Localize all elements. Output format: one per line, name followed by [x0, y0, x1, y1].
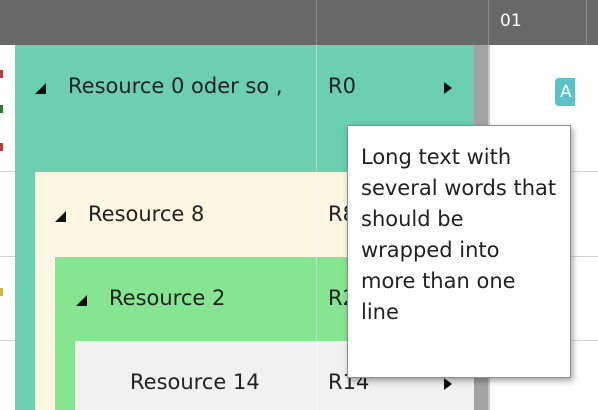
edge-marker [0, 105, 3, 113]
timeline-header: 01 [0, 0, 598, 45]
edge-marker [0, 143, 3, 151]
column-divider [316, 0, 317, 45]
resource-label: Resource 8 [88, 202, 205, 226]
resource-label: Resource 14 [130, 370, 260, 394]
appointment-label: A [560, 82, 572, 102]
column-divider [586, 0, 587, 45]
resource-label: Resource 0 oder so , [68, 74, 283, 98]
tooltip-text: Long text with several words that should… [361, 145, 557, 324]
edge-marker [0, 70, 3, 78]
expand-triangle-icon[interactable] [76, 295, 87, 306]
play-icon[interactable] [444, 378, 452, 390]
play-icon[interactable] [444, 82, 452, 94]
time-slot-label: 01 [500, 11, 522, 31]
resource-id: R0 [328, 74, 356, 98]
column-divider [316, 45, 317, 410]
expand-triangle-icon[interactable] [35, 83, 46, 94]
resource-label: Resource 2 [109, 286, 226, 310]
expand-triangle-icon[interactable] [55, 211, 66, 222]
edge-marker [0, 288, 3, 296]
tooltip: Long text with several words that should… [347, 125, 571, 378]
column-divider [488, 0, 489, 45]
